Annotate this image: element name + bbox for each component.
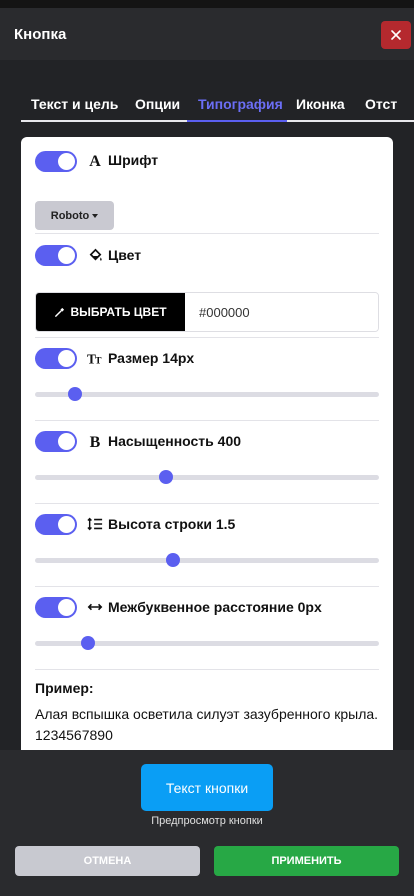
letter-spacing-slider-thumb[interactable] — [81, 636, 95, 650]
font-select[interactable]: Roboto — [35, 201, 114, 230]
color-toggle[interactable] — [35, 245, 77, 266]
font-label: Шрифт — [108, 152, 159, 168]
close-button[interactable] — [381, 21, 411, 49]
tab-spacing[interactable]: Отст — [365, 90, 397, 124]
tab-icon[interactable]: Иконка — [296, 90, 345, 124]
letter-spacing-slider[interactable] — [35, 636, 379, 650]
example-text: Алая вспышка осветила силуэт зазубренног… — [35, 706, 379, 743]
weight-slider[interactable] — [35, 470, 379, 484]
pick-color-button[interactable]: ВЫБРАТЬ ЦВЕТ — [36, 293, 185, 331]
example-title: Пример: — [35, 680, 94, 696]
tab-options[interactable]: Опции — [135, 90, 180, 124]
text-size-icon: T T — [87, 350, 103, 366]
preview-button[interactable]: Текст кнопки — [141, 764, 273, 811]
line-height-toggle[interactable] — [35, 514, 77, 535]
line-height-slider[interactable] — [35, 553, 379, 567]
line-height-slider-thumb[interactable] — [166, 553, 180, 567]
eyedropper-icon — [55, 307, 65, 317]
divider — [35, 503, 379, 504]
color-hex-input[interactable] — [185, 293, 378, 331]
font-icon: A — [87, 152, 103, 168]
letter-spacing-icon — [87, 599, 103, 615]
divider — [35, 337, 379, 338]
line-height-label: Высота строки 1.5 — [108, 516, 236, 532]
close-icon — [391, 30, 401, 40]
caret-down-icon — [92, 213, 99, 218]
size-slider-thumb[interactable] — [68, 387, 82, 401]
weight-toggle[interactable] — [35, 431, 77, 452]
font-select-value: Roboto — [50, 209, 90, 222]
apply-button[interactable]: ПРИМЕНИТЬ — [214, 846, 399, 876]
size-label: Размер 14px — [108, 350, 195, 366]
size-slider[interactable] — [35, 387, 379, 401]
paint-bucket-icon — [87, 247, 103, 263]
font-weight-icon: B — [87, 433, 103, 449]
active-tab-indicator — [187, 120, 287, 122]
letter-spacing-label: Межбуквенное расстояние 0px — [108, 599, 322, 615]
modal-header: Кнопка — [0, 8, 414, 60]
size-toggle[interactable] — [35, 348, 77, 369]
letter-spacing-toggle[interactable] — [35, 597, 77, 618]
pick-color-label: ВЫБРАТЬ ЦВЕТ — [70, 305, 167, 319]
divider — [35, 420, 379, 421]
color-picker: ВЫБРАТЬ ЦВЕТ — [35, 292, 379, 332]
line-height-icon — [87, 516, 103, 532]
weight-slider-thumb[interactable] — [159, 470, 173, 484]
font-toggle[interactable] — [35, 151, 77, 172]
divider — [35, 586, 379, 587]
svg-text:T: T — [95, 355, 102, 366]
svg-text:A: A — [89, 153, 101, 168]
top-strip — [0, 0, 414, 8]
tab-typography[interactable]: Типография — [198, 90, 283, 124]
tab-text-target[interactable]: Текст и цель — [31, 90, 118, 124]
preview-caption: Предпросмотр кнопки — [151, 815, 263, 827]
divider — [35, 669, 379, 670]
weight-label: Насыщенность 400 — [108, 433, 242, 449]
svg-text:B: B — [90, 434, 101, 449]
tab-bar: Текст и цель Опции Типография Иконка Отс… — [21, 90, 414, 124]
modal-footer: Текст кнопки Предпросмотр кнопки ОТМЕНА … — [0, 750, 414, 896]
modal-title: Кнопка — [14, 26, 67, 43]
cancel-button[interactable]: ОТМЕНА — [15, 846, 200, 876]
divider — [35, 233, 379, 234]
color-label: Цвет — [108, 247, 142, 263]
typography-panel: A Шрифт Roboto Цвет ВЫБРАТЬ ЦВЕТ #000000… — [21, 137, 393, 750]
